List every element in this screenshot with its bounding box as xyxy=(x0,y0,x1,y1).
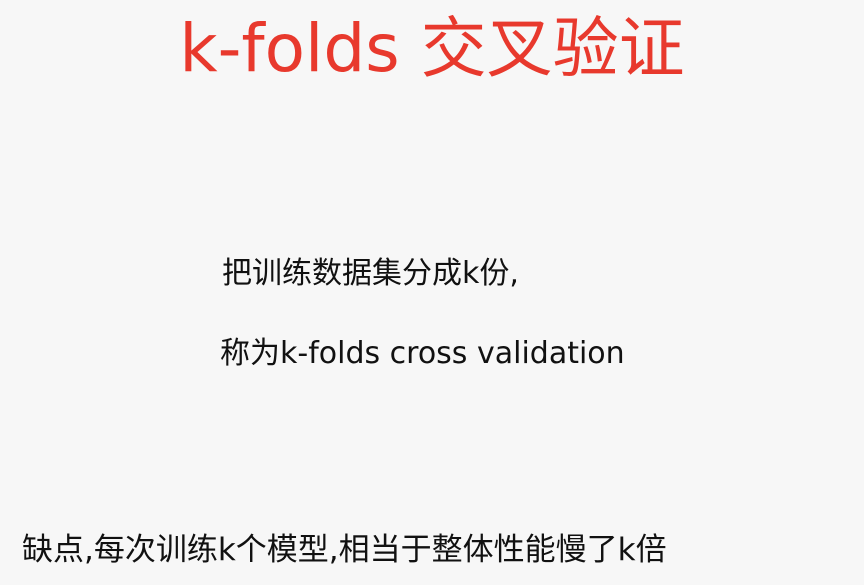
drawback-line: 缺点,每次训练k个模型,相当于整体性能慢了k倍 xyxy=(22,532,667,568)
slide-title: k-folds 交叉验证 xyxy=(179,10,685,87)
slide: k-folds 交叉验证 把训练数据集分成k份, 称为k-folds cross… xyxy=(0,0,864,585)
description-line-2: 称为k-folds cross validation xyxy=(220,336,625,371)
description-line-1: 把训练数据集分成k份, xyxy=(222,256,519,291)
